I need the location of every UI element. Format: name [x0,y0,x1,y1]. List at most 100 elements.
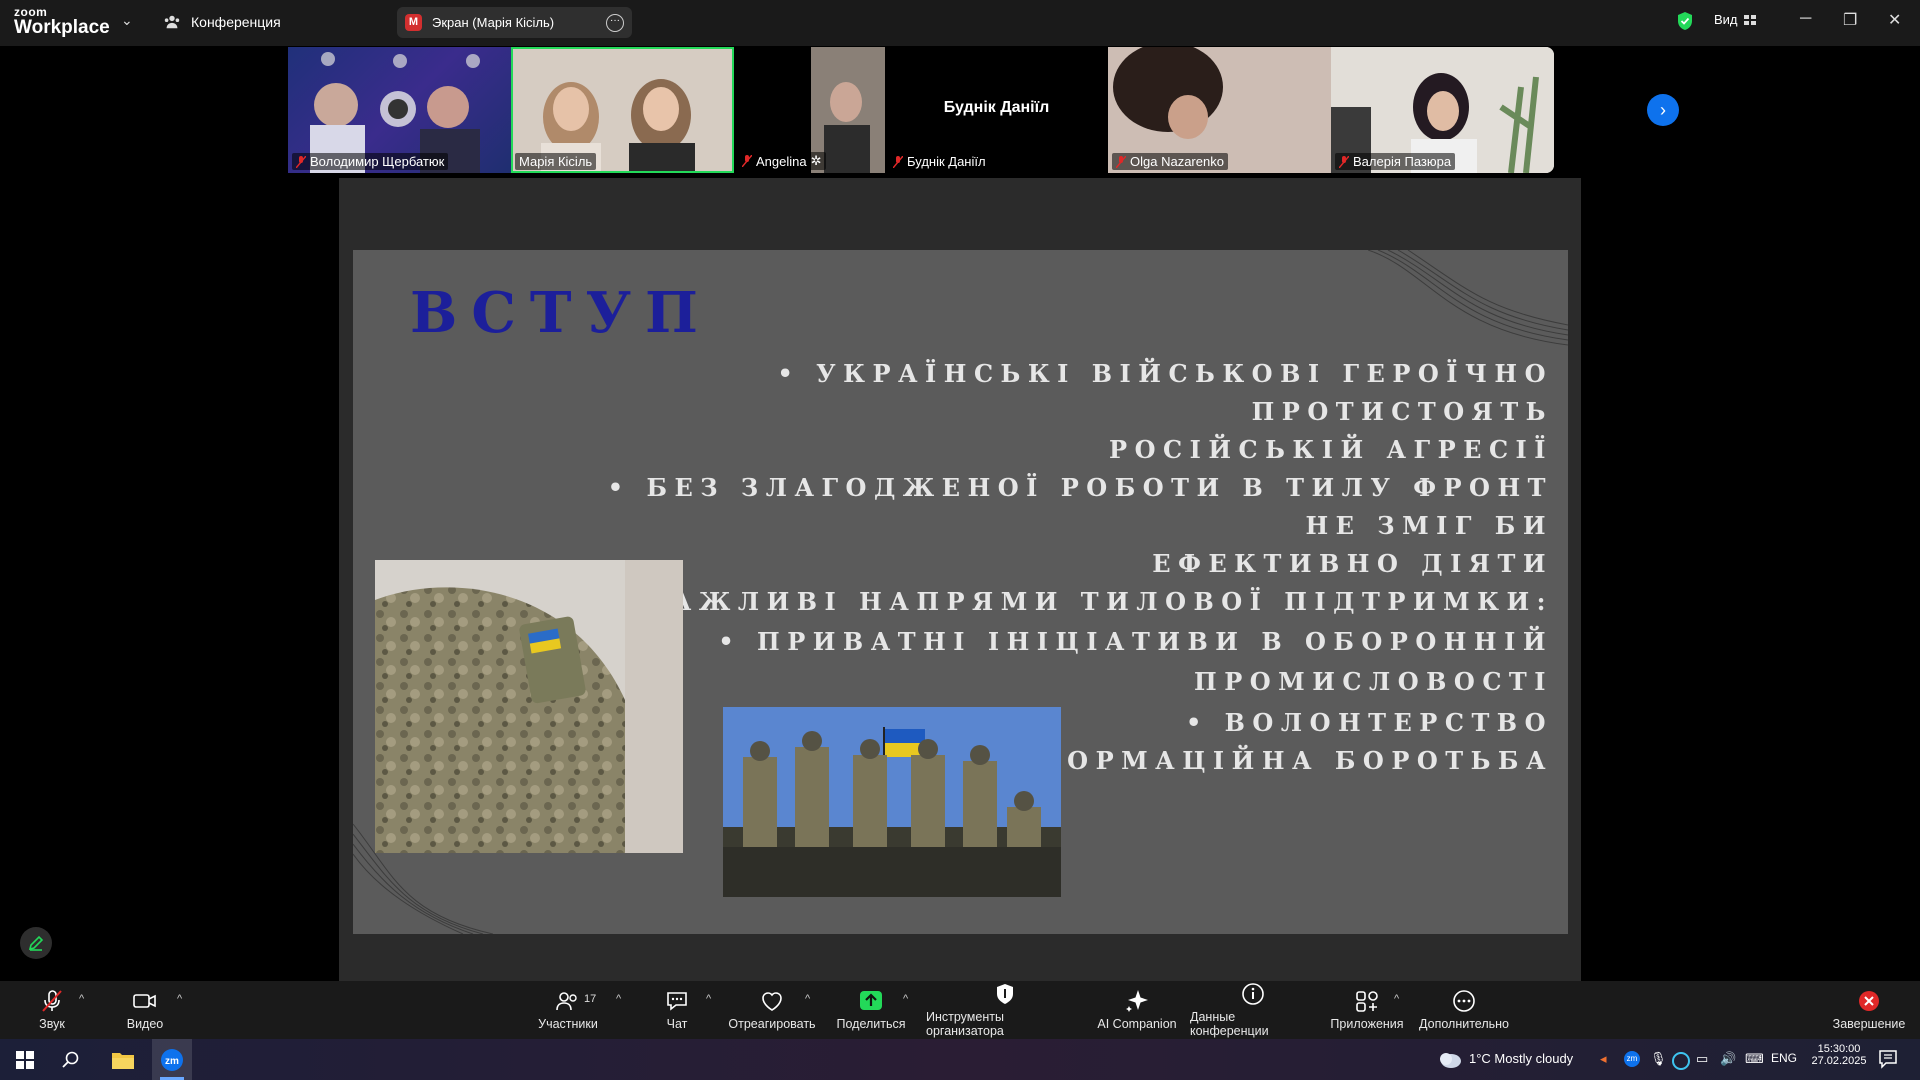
participants-label: Участники [538,1017,598,1031]
speaker-muted-icon[interactable]: ◂ [1600,1051,1607,1067]
mic-muted-icon [1339,155,1349,168]
participant-name: Olga Nazarenko [1130,154,1224,169]
title-bar: zoom Workplace ⌄ Конференция M Экран (Ма… [0,0,1920,46]
end-label: Завершение [1832,1017,1906,1031]
annotate-button[interactable] [20,927,52,959]
bullet-line: • БЕЗ ЗЛАГОДЖЕНОЇ РОБОТИ В ТИЛУ ФРОНТ НЕ… [607,473,1553,540]
bullet-line: РОСІЙСЬКІЙ АГРЕСІЇ [1109,435,1553,464]
apps-options-caret[interactable]: ^ [1394,993,1399,1005]
share-screen-icon [860,991,882,1010]
video-camera-icon [133,994,156,1008]
file-explorer-button[interactable] [106,1039,140,1080]
participant-no-video-name: Буднік Даніїл [943,99,1050,116]
zoom-taskbar-button[interactable]: zm [152,1039,192,1080]
chevron-down-icon[interactable]: ⌄ [121,12,133,29]
participant-name: Володимир Щербатюк [310,154,445,169]
audio-label: Звук [39,1017,65,1031]
conference-menu[interactable]: Конференция [163,13,281,31]
share-options-caret[interactable]: ^ [903,993,908,1005]
bullet-line: • ПРИВАТНІ ІНІЦІАТИВИ В ОБОРОННІЙ [718,627,1553,656]
screen-share-label: Экран (Марія Кісіль) [432,15,555,30]
search-button[interactable] [56,1039,86,1080]
participant-tile[interactable]: Olga Nazarenko [1108,47,1331,173]
windows-taskbar: zm 1°C Mostly cloudy ◂ zm 🎙 ▭ 🔊 ⌨ ENG 15… [0,1039,1920,1080]
minimize-icon[interactable]: ─ [1800,10,1811,28]
more-icon[interactable]: ··· [606,13,624,32]
participants-button[interactable]: Участники [534,981,602,1039]
slide-title: ВСТУП [410,280,712,346]
ai-companion-label: AI Companion [1097,1017,1177,1031]
svg-text:zm: zm [165,1056,179,1067]
network-icon[interactable]: ▭ [1696,1051,1708,1067]
chat-options-caret[interactable]: ^ [706,993,711,1005]
participants-options-caret[interactable]: ^ [616,993,621,1005]
share-screen-button[interactable]: Поделиться [836,981,906,1039]
search-icon [62,1051,79,1068]
participant-tile[interactable]: Валерія Пазюра [1331,47,1554,173]
video-label: Видео [126,1017,164,1031]
share-label: Поделиться [836,1017,906,1031]
sparkle-icon: ✲ [810,153,822,168]
participant-tile-active-speaker[interactable]: Марія Кісіль [511,47,734,173]
soldier-patch-photo [375,560,683,853]
weather-text[interactable]: 1°C Mostly cloudy [1469,1051,1573,1066]
video-button[interactable]: Видео [122,981,168,1039]
meeting-info-button[interactable]: Данные конференции [1190,981,1316,1039]
presenter-badge: M [405,14,422,31]
zoom-logo: zoom Workplace [14,5,110,38]
encryption-shield-icon[interactable] [1676,11,1694,31]
time-text: 15:30:00 [1817,1043,1861,1055]
bullet-line: ПРОМИСЛОВОСТІ [1194,667,1553,696]
meeting-info-label: Данные конференции [1190,1010,1269,1038]
react-options-caret[interactable]: ^ [805,993,810,1005]
view-menu[interactable]: Вид [1714,12,1756,27]
sparkle-icon [1126,990,1148,1012]
audio-button[interactable]: Звук [30,981,74,1039]
apps-label: Приложения [1330,1017,1404,1031]
ai-companion-button[interactable]: AI Companion [1097,981,1177,1039]
windows-icon [16,1050,34,1069]
apps-button[interactable]: Приложения [1330,981,1404,1039]
video-options-caret[interactable]: ^ [177,993,182,1005]
host-tools-label: Инструменты организатора [926,1010,1004,1038]
clock[interactable]: 15:30:00 27.02.2025 [1808,1043,1870,1067]
participant-name: Марія Кісіль [519,154,593,169]
host-tools-button[interactable]: Инструменты организатора [926,981,1084,1039]
participant-strip: Володимир Щербатюк Марія Кісіль Angelina… [288,47,1554,173]
end-icon [1859,991,1879,1011]
chevron-right-icon: › [1660,99,1666,120]
more-label: Дополнительно [1419,1017,1509,1031]
info-icon [1242,983,1264,1005]
participant-name: Буднік Даніїл [907,154,986,169]
pencil-icon [28,935,44,951]
keyboard-layout-icon[interactable]: ⌨ [1745,1051,1764,1067]
heart-icon [762,992,782,1011]
restore-icon[interactable]: ❐ [1843,10,1857,30]
participants-icon [164,15,180,29]
next-page-button[interactable]: › [1647,94,1679,126]
volume-icon[interactable]: 🔊 [1720,1051,1736,1067]
participants-icon [556,992,577,1011]
screen-share-tab[interactable]: M Экран (Марія Кісіль) ··· [397,7,632,38]
bullet-line: • УКРАЇНСЬКІ ВІЙСЬКОВІ ГЕРОЇЧНО ПРОТИСТО… [777,359,1553,426]
end-meeting-button[interactable]: Завершение [1833,981,1905,1039]
audio-options-caret[interactable]: ^ [79,993,84,1005]
react-button[interactable]: Отреагировать [728,981,816,1039]
cloud-icon [1440,1053,1461,1068]
participant-tile[interactable]: Володимир Щербатюк [288,47,511,173]
language-indicator[interactable]: ENG [1771,1051,1797,1065]
start-button[interactable] [10,1039,40,1080]
microphone-icon[interactable]: 🎙 [1650,1051,1667,1067]
mic-muted-icon [742,155,752,167]
decorative-lines [1368,250,1568,346]
participant-tile[interactable]: Angelina ✲ [734,47,885,173]
notifications-icon[interactable] [1878,1049,1898,1072]
meet-now-icon[interactable] [1672,1052,1690,1070]
react-label: Отреагировать [728,1017,816,1031]
chat-button[interactable]: Чат [662,981,692,1039]
more-button[interactable]: Дополнительно [1419,981,1509,1039]
participant-tile[interactable]: Буднік Даніїл Буднік Даніїл [885,47,1108,173]
close-icon[interactable]: ✕ [1888,10,1901,30]
zoom-tray-icon[interactable]: zm [1624,1051,1640,1067]
folder-icon [112,1052,134,1069]
